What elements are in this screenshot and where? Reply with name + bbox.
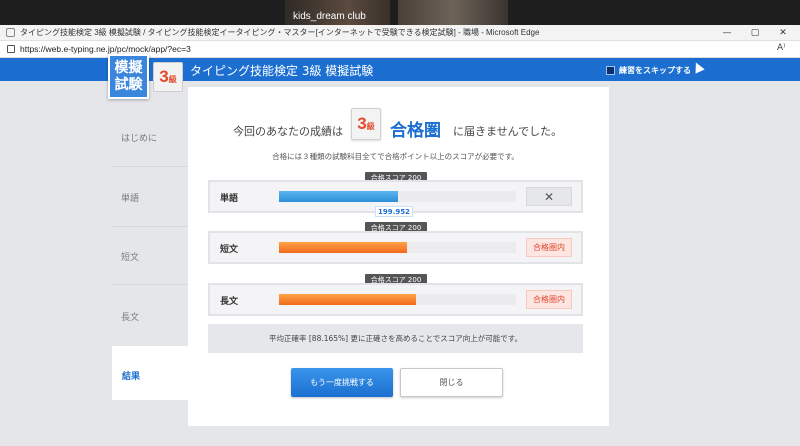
sidebar-divider xyxy=(112,284,188,285)
sidebar-item-long: 長文 xyxy=(121,313,140,323)
participant-video: kids_dream club xyxy=(285,0,390,25)
sidebar-item-intro: はじめに xyxy=(121,134,158,144)
grade-badge: 3 級 xyxy=(153,62,183,92)
sidebar-item-result-label: 結果 xyxy=(122,372,141,382)
result-message-post: に届きませんでした。 xyxy=(453,125,563,138)
score-row-long: 長文 合格圏内 xyxy=(208,283,583,316)
window-titlebar: タイピング技能検定 3級 模擬試験 / タイピング技能検定イータイピング・マスタ… xyxy=(0,25,800,41)
score-track xyxy=(279,191,516,202)
score-value: 199.952 xyxy=(375,206,413,217)
accuracy-note: 平均正確率 [88.165%] 更に正確さを高めることでスコア向上が可能です。 xyxy=(208,324,583,353)
fail-status-icon: ✕ xyxy=(526,187,572,206)
result-grade-badge: 3 級 xyxy=(351,108,381,140)
window-title: タイピング技能検定 3級 模擬試験 / タイピング技能検定イータイピング・マスタ… xyxy=(20,28,540,37)
maximize-button[interactable]: ▢ xyxy=(742,26,768,40)
lock-icon[interactable] xyxy=(7,45,15,53)
video-strip: kids_dream club xyxy=(0,0,800,25)
sidebar-item-short: 短文 xyxy=(121,253,140,263)
row-label: 短文 xyxy=(220,245,239,255)
result-message-pre: 今回のあなたの成績は xyxy=(233,125,343,138)
score-bar xyxy=(279,294,417,305)
score-bar xyxy=(279,242,407,253)
tab-icon xyxy=(6,28,15,37)
skip-practice-checkbox[interactable] xyxy=(606,66,615,75)
screen: kids_dream club タイピング技能検定 3級 模擬試験 / タイピン… xyxy=(0,0,800,446)
pass-status-badge: 合格圏内 xyxy=(526,238,572,257)
participant-label: kids_dream club xyxy=(293,11,366,22)
requirement-note: 合格には３種類の試験科目全てで合格ポイント以上のスコアが必要です。 xyxy=(272,152,519,161)
sidebar-divider xyxy=(112,226,188,227)
retry-button[interactable]: もう一度挑戦する xyxy=(291,368,393,397)
mock-exam-logo: 模擬 試験 xyxy=(108,54,149,99)
sidebar-item-words: 単語 xyxy=(121,194,140,204)
close-window-button[interactable]: ✕ xyxy=(770,26,796,40)
score-row-short: 短文 合格圏内 xyxy=(208,231,583,264)
skip-practice-label[interactable]: 練習をスキップする xyxy=(619,65,691,76)
row-label: 長文 xyxy=(220,297,239,307)
result-status: 合格圏 xyxy=(390,121,441,141)
page-title: タイピング技能検定 3級 模擬試験 xyxy=(190,64,374,78)
score-track xyxy=(279,242,516,253)
pass-status-badge: 合格圏内 xyxy=(526,290,572,309)
score-track xyxy=(279,294,516,305)
close-button[interactable]: 閉じる xyxy=(400,368,503,397)
minimize-button[interactable]: — xyxy=(714,26,740,40)
row-label: 単語 xyxy=(220,194,239,204)
sidebar-divider xyxy=(112,166,188,167)
read-aloud-icon[interactable]: A⁾ xyxy=(777,43,785,53)
url-text[interactable]: https://web.e-typing.ne.jp/pc/mock/app/?… xyxy=(20,44,191,54)
score-bar xyxy=(279,191,398,202)
participant-video-2 xyxy=(398,0,508,25)
